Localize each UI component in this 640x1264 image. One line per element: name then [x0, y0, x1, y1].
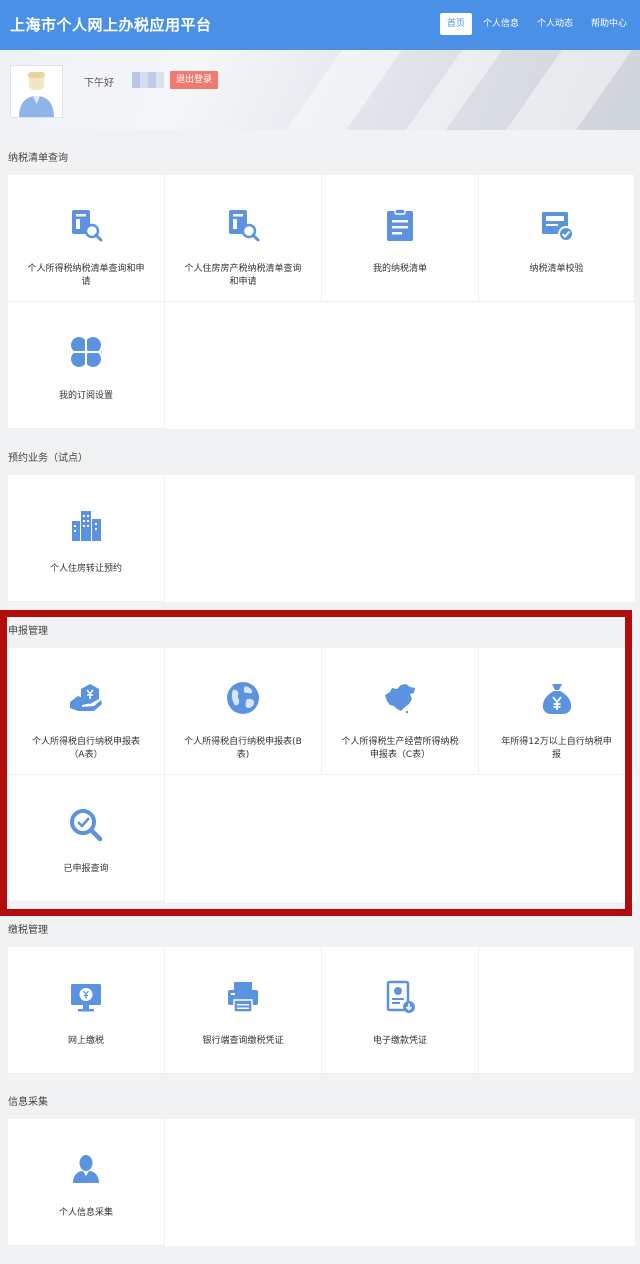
section-title-tax-list: 纳税清单查询: [8, 153, 68, 164]
masked-username: [132, 72, 164, 88]
tile-bank-voucher-query[interactable]: 银行端查询缴税凭证: [165, 947, 322, 1074]
monitor-yuan-icon: [71, 984, 101, 1012]
tile-label: 我的纳税清单: [372, 264, 427, 274]
tile-electronic-voucher[interactable]: 电子缴款凭证: [322, 947, 479, 1074]
user-banner: 下午好 退出登录: [0, 50, 640, 130]
buildings-icon: [72, 511, 101, 541]
tile-tax-list-verify[interactable]: 纳税清单校验: [479, 175, 635, 302]
highlight-frame: [0, 610, 632, 916]
avatar: [10, 65, 63, 118]
tile-online-payment[interactable]: 网上缴税: [8, 947, 165, 1074]
main-nav: 首页 个人信息 个人动态 帮助中心: [436, 13, 634, 35]
tile-label: 银行端查询缴税凭证: [202, 1036, 284, 1046]
nav-personal-info[interactable]: 个人信息: [476, 13, 526, 35]
nav-help-center[interactable]: 帮助中心: [584, 13, 634, 35]
panel-info-collection: 个人信息采集: [8, 1119, 635, 1246]
greeting-text: 下午好: [84, 78, 114, 89]
section-title-info-collection: 信息采集: [8, 1097, 48, 1108]
tile-label: 个人信息采集: [58, 1208, 113, 1218]
section-title-payment: 缴税管理: [8, 925, 48, 936]
panel-reservation: 个人住房转让预约: [8, 475, 635, 602]
tile-label: 个人住房房产税纳税清单查询和申请: [184, 264, 302, 287]
panel-payment: 网上缴税 银行端查询缴税凭证 电子缴款凭证: [8, 947, 635, 1074]
tile-housing-tax-list[interactable]: 个人住房房产税纳税清单查询和申请: [165, 175, 322, 302]
verify-check-icon: [541, 212, 574, 242]
tile-iit-list[interactable]: 个人所得税纳税清单查询和申请: [8, 175, 165, 302]
tile-my-tax-list[interactable]: 我的纳税清单: [322, 175, 479, 302]
tile-label: 电子缴款凭证: [372, 1036, 427, 1046]
tile-label: 我的订阅设置: [58, 391, 113, 401]
tile-label: 纳税清单校验: [529, 264, 584, 274]
section-title-reservation: 预约业务（试点）: [8, 453, 88, 464]
tile-label: 个人住房转让预约: [49, 564, 122, 574]
site-title: 上海市个人网上办税应用平台: [10, 16, 212, 34]
person-icon: [73, 1155, 99, 1183]
document-search-icon: [72, 210, 103, 242]
user-avatar-icon: [11, 66, 62, 117]
tile-housing-transfer[interactable]: 个人住房转让预约: [8, 475, 165, 602]
empty-tile: [479, 947, 635, 1074]
printer-icon: [228, 982, 258, 1013]
logout-button[interactable]: 退出登录: [170, 71, 219, 89]
tile-label: 网上缴税: [67, 1036, 104, 1046]
top-navbar: 上海市个人网上办税应用平台 首页 个人信息 个人动态 帮助中心: [0, 0, 640, 50]
panel-tax-list: 个人所得税纳税清单查询和申请 个人住房房产税纳税清单查询和申请 我的纳税清单 纳…: [8, 175, 635, 429]
tile-subscription-settings[interactable]: 我的订阅设置: [8, 302, 165, 429]
clover-grid-icon: [70, 336, 102, 368]
certificate-icon: [386, 980, 415, 1013]
clipboard-list-icon: [387, 208, 413, 241]
nav-home[interactable]: 首页: [439, 13, 472, 35]
nav-personal-news[interactable]: 个人动态: [530, 13, 580, 35]
tile-label: 个人所得税纳税清单查询和申请: [27, 264, 145, 287]
tile-personal-info-collection[interactable]: 个人信息采集: [8, 1119, 165, 1246]
document-search-icon: [229, 210, 260, 242]
